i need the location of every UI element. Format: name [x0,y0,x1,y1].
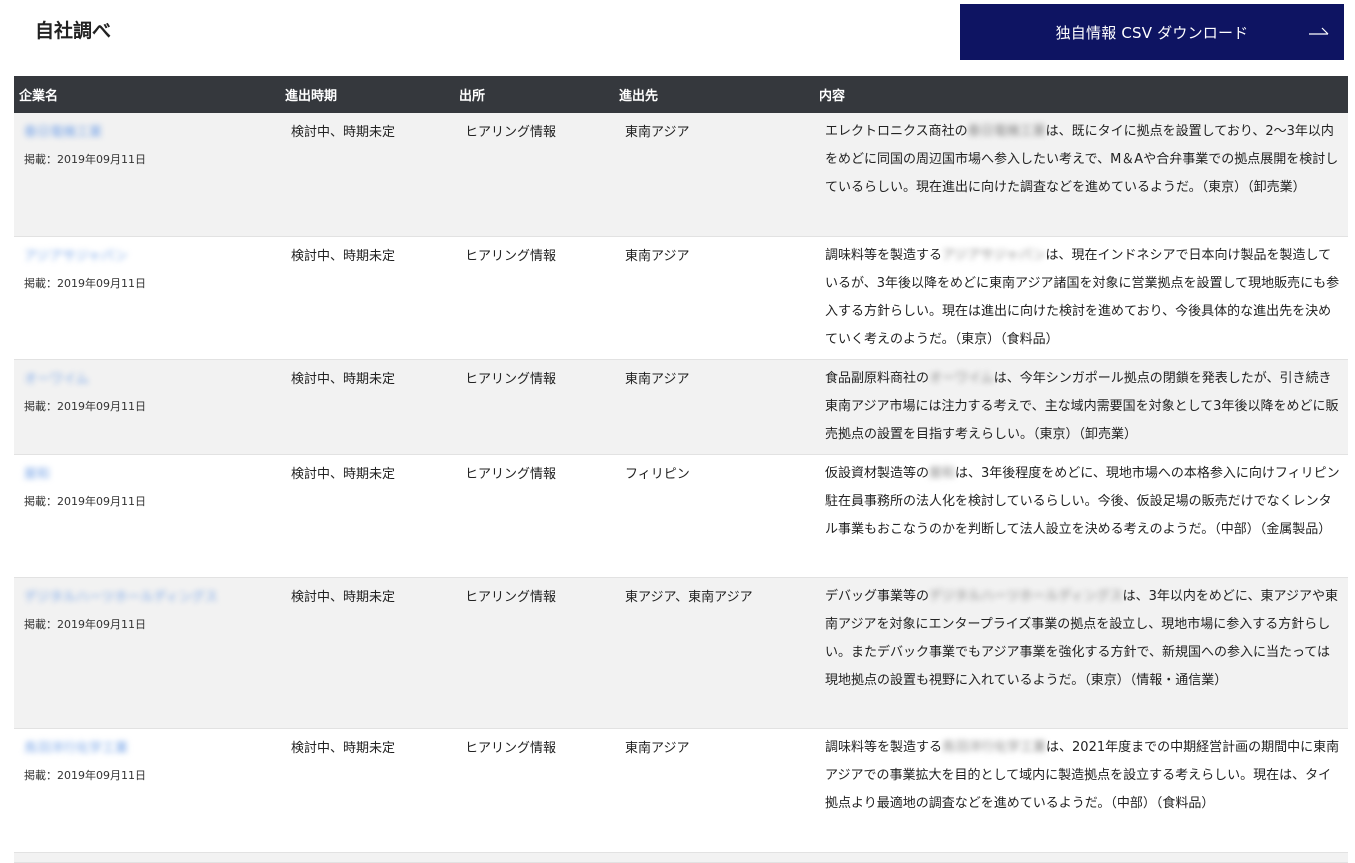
table-row: 屋和 掲載：2019年09月11日 検討中、時期未定 ヒアリング情報 フィリピン… [14,455,1348,578]
company-link[interactable]: 春日電機工業 [24,123,102,143]
content-text: 調味料等を製造するアジアサジャパンは、現在インドネシアで日本向け製品を製造してい… [825,242,1340,354]
content-pre: 仮設資材製造等の [825,466,930,481]
content-text: デバッグ事業等のデジタルハーツホールディングスは、3年以内をめどに、東アジアや東… [825,583,1340,695]
source-cell: ヒアリング情報 [465,741,557,756]
source-cell: ヒアリング情報 [465,249,557,264]
content-text: 仮設資材製造等の屋和は、3年後程度をめどに、現地市場への本格参入に向けフィリピン… [825,460,1340,544]
timing-cell: 検討中、時期未定 [291,590,396,605]
source-cell: ヒアリング情報 [465,125,557,140]
table-row: アジアサジャパン 掲載：2019年09月11日 検討中、時期未定 ヒアリング情報… [14,237,1348,360]
posted-date: 掲載：2019年09月11日 [24,769,146,782]
source-cell: ヒアリング情報 [465,372,557,387]
content-cell: 調味料等を製造するアジアサジャパンは、現在インドネシアで日本向け製品を製造してい… [819,237,1348,359]
header-timing: 進出時期 [285,89,338,104]
company-cell: 屋和 掲載：2019年09月11日 [14,455,285,577]
csv-download-button[interactable]: 独自情報 CSV ダウンロード [960,4,1344,60]
timing-cell: 検討中、時期未定 [291,125,396,140]
destination-cell: フィリピン [625,467,690,482]
destination-cell: 東アジア、東南アジア [625,590,753,605]
content-company-name: オーワイム [929,371,994,386]
content-pre: 食品副原料商社の [825,371,930,386]
company-cell: アジアサジャパン 掲載：2019年09月11日 [14,237,285,359]
content-company-name: 鳥羽洋行化学工業 [942,740,1047,755]
table-header: 企業名 進出時期 出所 進出先 内容 [14,76,1348,113]
content-cell: エレクトロニクス商社の春日電機工業は、既にタイに拠点を設置しており、2～3年以内… [819,113,1348,236]
csv-download-label: 独自情報 CSV ダウンロード [1055,23,1249,42]
content-text: 調味料等を製造する鳥羽洋行化学工業は、2021年度までの中期経営計画の期間中に東… [825,734,1340,818]
posted-date: 掲載：2019年09月11日 [24,277,146,290]
content-text: 食品副原料商社のオーワイムは、今年シンガポール拠点の閉鎖を発表したが、引き続き東… [825,365,1340,449]
page-title: 自社調べ [35,20,112,42]
company-link[interactable]: デジタルハーツホールディングス [24,588,218,608]
content-pre: デバッグ事業等の [825,589,930,604]
content-text: エレクトロニクス商社の春日電機工業は、既にタイに拠点を設置しており、2～3年以内… [825,118,1340,202]
company-cell: オーワイム 掲載：2019年09月11日 [14,360,285,454]
arrow-right-icon [1309,27,1329,35]
company-link[interactable]: アジアサジャパン [24,247,127,267]
source-cell: ヒアリング情報 [465,590,557,605]
company-link[interactable]: 屋和 [24,465,50,485]
table-row: オーワイム 掲載：2019年09月11日 検討中、時期未定 ヒアリング情報 東南… [14,360,1348,455]
table-row: 春日電機工業 掲載：2019年09月11日 検討中、時期未定 ヒアリング情報 東… [14,113,1348,237]
posted-date: 掲載：2019年09月11日 [24,495,146,508]
content-company-name: 春日電機工業 [967,124,1046,139]
content-pre: 調味料等を製造する [825,248,943,263]
company-cell: 春日電機工業 掲載：2019年09月11日 [14,113,285,236]
header-company: 企業名 [19,89,59,104]
destination-cell: 東南アジア [625,125,690,140]
page-header: 自社調べ 独自情報 CSV ダウンロード [0,0,1355,76]
header-source: 出所 [459,89,486,104]
destination-cell: 東南アジア [625,372,690,387]
company-link[interactable]: オーワイム [24,370,89,390]
posted-date: 掲載：2019年09月11日 [24,618,146,631]
header-destination: 進出先 [619,89,659,104]
content-company-name: アジアサジャパン [942,248,1046,263]
content-cell: デバッグ事業等のデジタルハーツホールディングスは、3年以内をめどに、東アジアや東… [819,578,1348,728]
company-link[interactable]: 鳥羽洋行化学工業 [24,739,128,759]
content-cell: 仮設資材製造等の屋和は、3年後程度をめどに、現地市場への本格参入に向けフィリピン… [819,455,1348,577]
content-pre: 調味料等を製造する [825,740,943,755]
timing-cell: 検討中、時期未定 [291,467,396,482]
content-pre: エレクトロニクス商社の [825,124,968,139]
company-cell: デジタルハーツホールディングス 掲載：2019年09月11日 [14,578,285,728]
timing-cell: 検討中、時期未定 [291,372,396,387]
content-company-name: 屋和 [929,466,956,481]
content-company-name: デジタルハーツホールディングス [929,589,1123,604]
table-row-partial [14,853,1348,863]
timing-cell: 検討中、時期未定 [291,249,396,264]
source-cell: ヒアリング情報 [465,467,557,482]
table-row: 鳥羽洋行化学工業 掲載：2019年09月11日 検討中、時期未定 ヒアリング情報… [14,729,1348,853]
info-table: 企業名 進出時期 出所 進出先 内容 春日電機工業 掲載：2019年09月11日… [14,76,1348,863]
content-cell: 食品副原料商社のオーワイムは、今年シンガポール拠点の閉鎖を発表したが、引き続き東… [819,360,1348,454]
timing-cell: 検討中、時期未定 [291,741,396,756]
table-row: デジタルハーツホールディングス 掲載：2019年09月11日 検討中、時期未定 … [14,578,1348,729]
content-cell: 調味料等を製造する鳥羽洋行化学工業は、2021年度までの中期経営計画の期間中に東… [819,729,1348,852]
posted-date: 掲載：2019年09月11日 [24,400,146,413]
posted-date: 掲載：2019年09月11日 [24,153,146,166]
destination-cell: 東南アジア [625,741,690,756]
company-cell: 鳥羽洋行化学工業 掲載：2019年09月11日 [14,729,285,852]
destination-cell: 東南アジア [625,249,690,264]
header-content: 内容 [819,89,846,104]
